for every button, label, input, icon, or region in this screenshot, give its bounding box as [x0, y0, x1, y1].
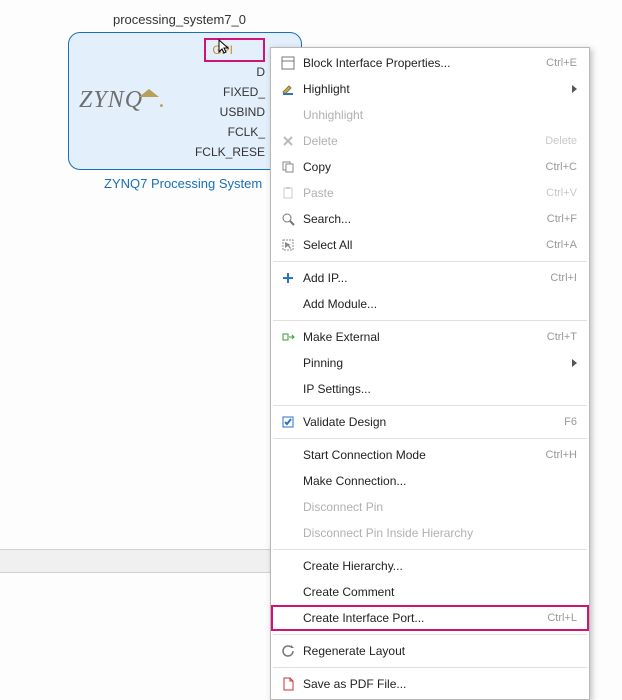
validate-icon [275, 415, 301, 429]
menu-select-all[interactable]: Select All Ctrl+A [271, 232, 589, 258]
menu-disconnect-pin: Disconnect Pin [271, 494, 589, 520]
port-fclk-reset[interactable]: FCLK_RESE [195, 142, 265, 162]
properties-icon [275, 56, 301, 70]
search-icon [275, 212, 301, 226]
menu-separator [273, 634, 587, 635]
select-all-icon [275, 238, 301, 252]
context-menu: Block Interface Properties... Ctrl+E Hig… [270, 47, 590, 700]
menu-unhighlight: Unhighlight [271, 102, 589, 128]
menu-regenerate-layout[interactable]: Regenerate Layout [271, 638, 589, 664]
port-d[interactable]: D [256, 62, 265, 82]
menu-disconnect-pin-hierarchy: Disconnect Pin Inside Hierarchy [271, 520, 589, 546]
instance-name: processing_system7_0 [113, 12, 246, 27]
menu-separator [273, 320, 587, 321]
menu-save-as-pdf[interactable]: Save as PDF File... [271, 671, 589, 697]
menu-block-interface-properties[interactable]: Block Interface Properties... Ctrl+E [271, 50, 589, 76]
zynq-logo: ZYNQ. [79, 87, 166, 114]
menu-ip-settings[interactable]: IP Settings... [271, 376, 589, 402]
menu-separator [273, 261, 587, 262]
menu-make-external[interactable]: Make External Ctrl+T [271, 324, 589, 350]
status-bar [0, 549, 270, 573]
chevron-right-icon [572, 85, 577, 93]
menu-paste: Paste Ctrl+V [271, 180, 589, 206]
menu-make-connection[interactable]: Make Connection... [271, 468, 589, 494]
port-fclk[interactable]: FCLK_ [228, 122, 265, 142]
ip-caption: ZYNQ7 Processing System [104, 176, 262, 191]
delete-icon [275, 134, 301, 148]
menu-validate-design[interactable]: Validate Design F6 [271, 409, 589, 435]
menu-search[interactable]: Search... Ctrl+F [271, 206, 589, 232]
menu-create-comment[interactable]: Create Comment [271, 579, 589, 605]
menu-create-hierarchy[interactable]: Create Hierarchy... [271, 553, 589, 579]
copy-icon [275, 160, 301, 174]
port-gpio[interactable]: GPI [204, 38, 265, 62]
highlight-icon [275, 82, 301, 96]
external-icon [275, 330, 301, 344]
port-usbind[interactable]: USBIND [220, 102, 265, 122]
menu-highlight[interactable]: Highlight [271, 76, 589, 102]
menu-separator [273, 667, 587, 668]
port-fixed[interactable]: FIXED_ [223, 82, 265, 102]
menu-copy[interactable]: Copy Ctrl+C [271, 154, 589, 180]
menu-pinning[interactable]: Pinning [271, 350, 589, 376]
refresh-icon [275, 644, 301, 658]
plus-icon [275, 271, 301, 285]
menu-create-interface-port[interactable]: Create Interface Port... Ctrl+L [271, 605, 589, 631]
pdf-icon [275, 677, 301, 691]
menu-start-connection-mode[interactable]: Start Connection Mode Ctrl+H [271, 442, 589, 468]
triangle-icon [139, 89, 159, 97]
menu-separator [273, 405, 587, 406]
paste-icon [275, 186, 301, 200]
chevron-right-icon [572, 359, 577, 367]
menu-add-ip[interactable]: Add IP... Ctrl+I [271, 265, 589, 291]
menu-separator [273, 549, 587, 550]
menu-delete: Delete Delete [271, 128, 589, 154]
ip-block[interactable]: ZYNQ. GPI D FIXED_ USBIND FCLK_ FCLK_RES… [68, 32, 302, 170]
cursor-icon [217, 38, 233, 60]
menu-separator [273, 438, 587, 439]
menu-add-module[interactable]: Add Module... [271, 291, 589, 317]
